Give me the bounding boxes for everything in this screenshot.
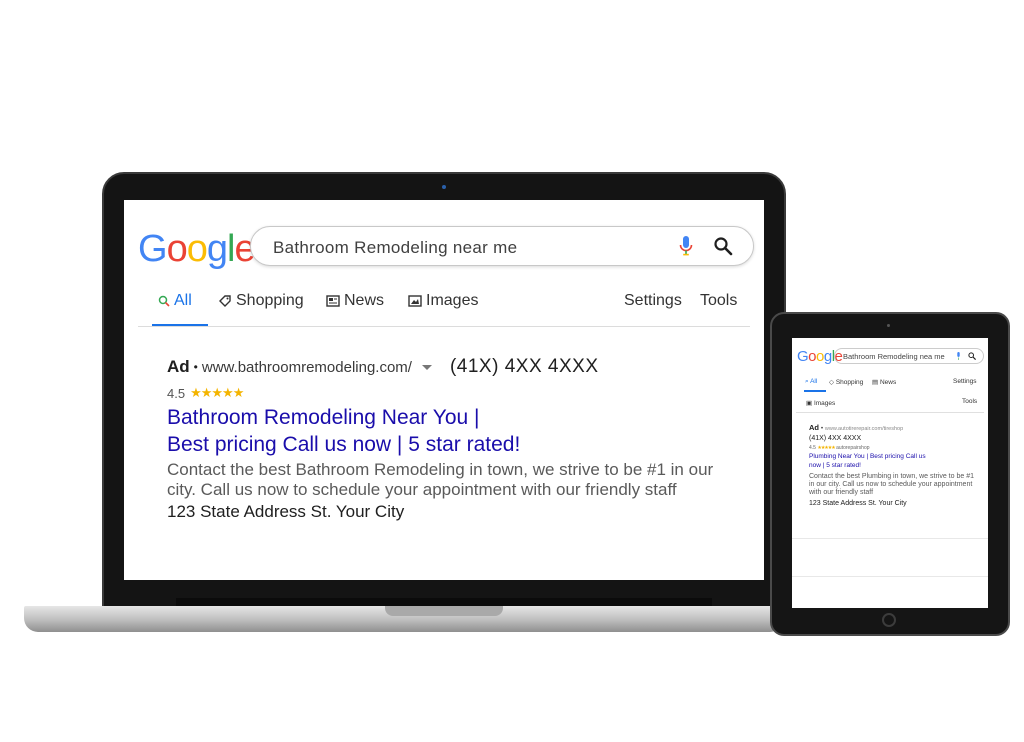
tab-label: Images [426,292,479,309]
ad-badge: Ad [809,423,819,432]
logo-letter: o [186,228,208,270]
tab-label: News [879,379,897,386]
tab-images[interactable]: ▣ Images [806,399,835,407]
ad-rating: 4.5 ★★★★★ [167,385,747,401]
tab-shopping[interactable]: ◇ Shopping [829,378,863,386]
tablet-camera [887,324,890,327]
tab-settings[interactable]: Settings [953,378,977,385]
image-icon [408,295,422,307]
laptop-screen: Google Bathroom Remodeling near me All S… [124,200,764,580]
ad-address: 123 State Address St. Your City [809,500,907,507]
tab-label: Images [813,400,836,407]
search-query: Bathroom Remodeling near me [273,238,518,257]
logo-letter: G [797,348,809,365]
search-icon [158,295,170,307]
ad-rating: 4.5 ★★★★★ autorepairshop [809,445,981,451]
rating-source: autorepairshop [836,445,870,451]
search-icon[interactable] [968,352,976,360]
active-tab-indicator [804,390,826,392]
microphone-icon[interactable] [956,352,961,360]
tabs-divider [796,412,984,413]
ad-headline-link[interactable]: Plumbing Near You | Best pricing Call us… [809,453,949,470]
tag-icon [219,295,231,307]
ad-description: Contact the best Plumbing in town, we st… [809,473,974,496]
logo-letter: G [138,228,168,270]
tablet-home-button[interactable] [882,613,896,627]
tab-label: All [810,378,818,385]
logo-letter: g [823,348,832,365]
tab-label: News [344,292,385,309]
ad-url[interactable]: www.autotirerepair.com/tireshop [825,426,903,432]
tab-tools[interactable]: Tools [700,292,737,310]
separator-dot: • [193,360,198,374]
ad-badge: Ad [167,357,190,376]
tab-label: Shopping [236,292,304,309]
logo-letter: o [816,348,824,365]
ad-headline-2: Best pricing Call us now | 5 star rated! [167,433,521,456]
tab-all[interactable]: All [158,292,192,310]
tab-news[interactable]: ▤ News [872,378,896,386]
tab-all[interactable]: ⌕ All [805,378,817,386]
ad-meta: Ad • www.autotirerepair.com/tireshop [809,423,981,432]
search-icon[interactable] [713,236,733,256]
tab-label: All [174,292,192,309]
tab-news[interactable]: News [326,292,384,310]
search-query: Bathroom Remodeling nea me [843,352,945,361]
ad-headline-2: now | 5 star rated! [809,461,861,469]
logo-letter: o [166,228,188,270]
tab-label: Shopping [835,379,864,386]
tab-images[interactable]: Images [408,292,478,310]
ad-headline-link[interactable]: Bathroom Remodeling Near You | Best pric… [167,404,747,458]
tab-settings[interactable]: Settings [624,292,682,310]
ad-phone[interactable]: (41X) 4XX 4XXX [809,435,981,442]
ad-description: Contact the best Bathroom Remodeling in … [167,460,714,499]
ad-result: Ad • www.autotirerepair.com/tireshop (41… [809,423,981,507]
ad-address: 123 State Address St. Your City [167,502,405,521]
result-divider [792,538,988,539]
laptop-notch [385,606,503,616]
search-input[interactable]: Bathroom Remodeling nea me [834,348,984,364]
logo-letter: l [226,228,236,270]
tablet-screen: Google Bathroom Remodeling nea me ⌕ All … [792,338,988,608]
logo-letter: o [808,348,817,365]
ad-headline-1: Plumbing Near You | Best pricing Call us [809,453,926,460]
chevron-down-icon[interactable] [421,364,432,370]
result-divider [792,576,988,577]
newspaper-icon [326,295,340,307]
rating-value: 4.5 [809,445,816,451]
ad-headline-1: Bathroom Remodeling Near You | [167,406,480,429]
tab-shopping[interactable]: Shopping [218,292,304,310]
rating-value: 4.5 [167,385,186,401]
tabs-divider [138,326,750,327]
ad-url[interactable]: www.bathroomremodeling.com/ [202,359,412,376]
tab-tools[interactable]: Tools [962,398,977,405]
microphone-icon[interactable] [679,236,693,256]
ad-meta: Ad • www.bathroomremodeling.com/ (41X) 4… [167,356,747,378]
star-rating-icon: ★★★★★ [817,445,835,451]
laptop-camera [442,185,446,189]
google-logo[interactable]: Google [138,228,256,271]
ad-phone[interactable]: (41X) 4XX 4XXX [450,356,599,378]
star-rating-icon: ★★★★★ [190,385,244,400]
search-tabs: All Shopping News Images Settings Tools [152,292,742,327]
ad-result: Ad • www.bathroomremodeling.com/ (41X) 4… [167,356,747,522]
search-input[interactable]: Bathroom Remodeling near me [250,226,754,266]
logo-letter: g [206,228,228,270]
